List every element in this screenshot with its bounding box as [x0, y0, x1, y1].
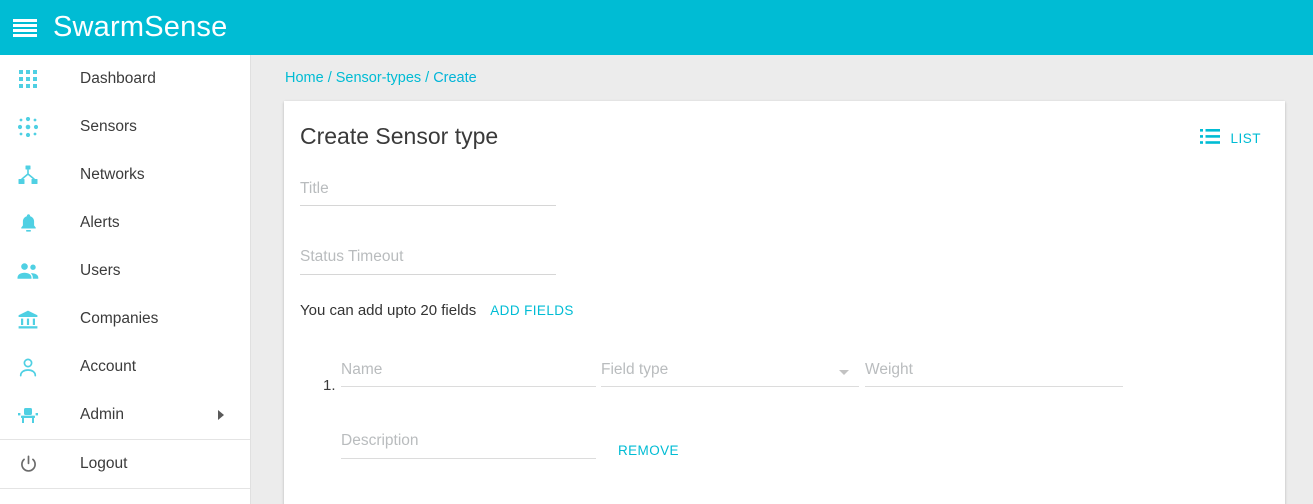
- sidebar-item-dashboard[interactable]: Dashboard: [0, 55, 250, 103]
- sidebar-item-sensors[interactable]: Sensors: [0, 103, 250, 151]
- create-sensor-type-form: Title Status Timeout You can add upto 20…: [284, 179, 1285, 459]
- sidebar-item-label: Admin: [80, 406, 124, 424]
- title-field-underline: [300, 205, 556, 207]
- sidebar-item-label: Account: [80, 358, 137, 376]
- sidebar-item-logout[interactable]: Logout: [0, 440, 250, 488]
- field-weight-input[interactable]: Weight: [865, 360, 1123, 388]
- sidebar-item-label: Logout: [80, 455, 128, 473]
- add-fields-button[interactable]: ADD FIELDS: [490, 304, 574, 318]
- bell-icon: [12, 209, 44, 237]
- field-name-placeholder: Name: [341, 360, 383, 378]
- field-rows-list: 1. Name Field type Weight Description RE…: [300, 360, 1269, 459]
- breadcrumb-separator: /: [425, 70, 430, 86]
- field-type-underline: [601, 386, 859, 388]
- field-row-line-1: Name Field type Weight: [313, 360, 1269, 388]
- status-timeout-underline: [300, 273, 556, 275]
- sidebar-item-label: Sensors: [80, 118, 137, 136]
- list-button[interactable]: LIST: [1200, 123, 1261, 147]
- person-account-icon: [12, 353, 44, 381]
- field-type-placeholder: Field type: [601, 360, 669, 378]
- fields-note-text: You can add upto 20 fields: [300, 301, 477, 319]
- breadcrumb: Home / Sensor-types / Create: [251, 55, 1313, 86]
- sidebar-item-label: Dashboard: [80, 70, 156, 88]
- breadcrumb-home[interactable]: Home: [285, 70, 324, 86]
- field-row-line-2: Description REMOVE: [313, 433, 1269, 459]
- sidebar-divider-bottom: [0, 488, 250, 489]
- sidebar-item-companies[interactable]: Companies: [0, 295, 250, 343]
- field-name-input[interactable]: Name: [341, 360, 596, 388]
- users-group-icon: [12, 257, 44, 285]
- field-row: 1. Name Field type Weight Description RE…: [313, 360, 1269, 459]
- fields-note-row: You can add upto 20 fields ADD FIELDS: [300, 303, 1269, 318]
- field-description-input[interactable]: Description: [341, 433, 596, 459]
- sidebar-item-networks[interactable]: Networks: [0, 151, 250, 199]
- sensors-dots-icon: [12, 113, 44, 141]
- field-type-select[interactable]: Field type: [601, 360, 859, 388]
- card-header: Create Sensor type LIST: [284, 101, 1285, 151]
- chevron-right-icon[interactable]: [218, 410, 224, 420]
- breadcrumb-current: Create: [433, 70, 477, 86]
- main-content: Home / Sensor-types / Create Create Sensor t…: [251, 55, 1313, 504]
- field-description-placeholder: Description: [341, 432, 419, 450]
- chevron-down-icon[interactable]: [839, 370, 849, 376]
- list-button-label: LIST: [1230, 130, 1261, 146]
- sidebar-item-label: Alerts: [80, 214, 120, 232]
- sidebar-item-label: Users: [80, 262, 121, 280]
- field-row-number: 1.: [323, 376, 336, 394]
- breadcrumb-separator: /: [327, 70, 332, 86]
- field-weight-placeholder: Weight: [865, 360, 913, 378]
- sidebar-item-alerts[interactable]: Alerts: [0, 199, 250, 247]
- breadcrumb-sensor-types[interactable]: Sensor-types: [336, 70, 421, 86]
- field-name-underline: [341, 386, 596, 388]
- network-hub-icon: [12, 161, 44, 189]
- bank-building-icon: [12, 305, 44, 333]
- create-sensor-type-card: Create Sensor type LIST Title Status Tim…: [284, 101, 1285, 504]
- sidebar-item-account[interactable]: Account: [0, 343, 250, 391]
- field-description-underline: [341, 457, 596, 459]
- sidebar: Dashboard Sensors Networks Alerts Users …: [0, 55, 251, 504]
- app-bar: SwarmSense: [0, 0, 1313, 55]
- page-title: Create Sensor type: [300, 123, 499, 149]
- app-brand-title: SwarmSense: [53, 11, 228, 43]
- dashboard-grid-icon: [12, 65, 44, 93]
- remove-field-button[interactable]: REMOVE: [618, 444, 679, 459]
- status-timeout-placeholder: Status Timeout: [300, 248, 404, 266]
- power-off-icon: [12, 450, 44, 478]
- sidebar-item-label: Networks: [80, 166, 145, 184]
- hamburger-menu-icon[interactable]: [13, 18, 37, 37]
- field-weight-underline: [865, 386, 1123, 388]
- admin-desk-icon: [12, 401, 44, 429]
- sidebar-item-label: Companies: [80, 310, 159, 328]
- list-bullet-icon: [1200, 129, 1221, 147]
- title-field[interactable]: Title: [300, 179, 556, 207]
- sidebar-item-users[interactable]: Users: [0, 247, 250, 295]
- sidebar-item-admin[interactable]: Admin: [0, 391, 250, 439]
- title-field-placeholder: Title: [300, 179, 329, 197]
- status-timeout-field[interactable]: Status Timeout: [300, 249, 556, 275]
